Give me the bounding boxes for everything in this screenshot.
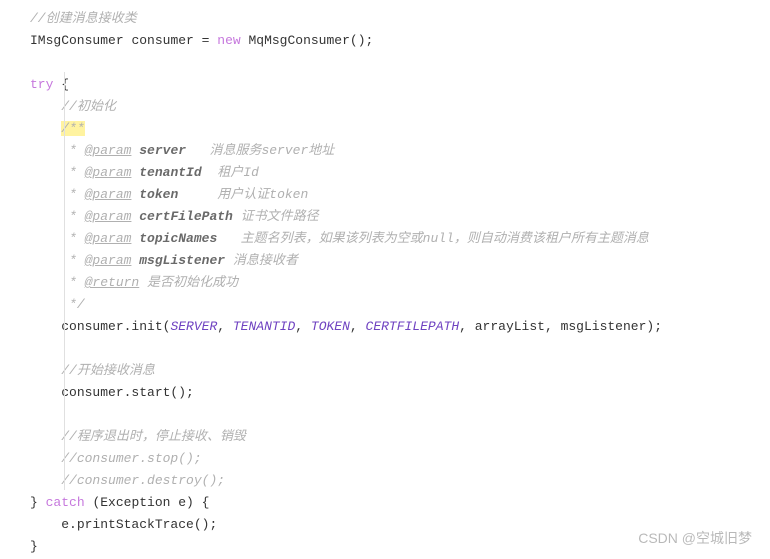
indent-guide — [64, 72, 65, 490]
comment-init: //初始化 — [61, 99, 116, 114]
param-tenantid-desc: 租户Id — [217, 165, 259, 180]
param-msglistener-desc: 消息接收者 — [233, 253, 298, 268]
param-msglistener: msgListener — [131, 253, 225, 268]
param-tag: @param — [85, 165, 132, 180]
param-tag: @param — [85, 143, 132, 158]
return-desc: 是否初始化成功 — [139, 275, 238, 290]
comment-start: //开始接收消息 — [61, 363, 155, 378]
param-tag: @param — [85, 253, 132, 268]
param-topicnames-desc: 主题名列表，如果该列表为空或null，则自动消费该租户所有主题消息 — [241, 231, 649, 246]
sep: , — [350, 319, 366, 334]
param-certfilepath-desc: 证书文件路径 — [241, 209, 319, 224]
param-server: server — [131, 143, 186, 158]
printstacktrace: e.printStackTrace(); — [61, 517, 217, 532]
param-tag: @param — [85, 231, 132, 246]
arg-msglistener: msgListener — [561, 319, 647, 334]
param-tag: @param — [85, 187, 132, 202]
param-token-desc: 用户认证token — [217, 187, 308, 202]
init-call-close: ); — [646, 319, 662, 334]
param-token: token — [131, 187, 178, 202]
const-server: SERVER — [170, 319, 217, 334]
init-call-open: consumer.init( — [61, 319, 170, 334]
keyword-try: try — [30, 77, 53, 92]
start-call: consumer.start(); — [61, 385, 194, 400]
param-topicnames: topicNames — [131, 231, 217, 246]
catch-args: (Exception e) { — [85, 495, 210, 510]
param-server-desc: 消息服务server地址 — [209, 143, 334, 158]
return-tag: @return — [85, 275, 140, 290]
brace-close-2: } — [30, 539, 38, 554]
brace: { — [53, 77, 69, 92]
param-tag: @param — [85, 209, 132, 224]
const-certfilepath: CERTFILEPATH — [366, 319, 460, 334]
comment-exit: //程序退出时，停止接收、销毁 — [61, 429, 246, 444]
const-tenantid: TENANTID — [233, 319, 295, 334]
param-certfilepath: certFilePath — [131, 209, 232, 224]
keyword-new: new — [217, 33, 240, 48]
param-tenantid: tenantId — [131, 165, 201, 180]
sep: , — [459, 319, 475, 334]
ctor: MqMsgConsumer(); — [241, 33, 374, 48]
code-block: //创建消息接收类 IMsgConsumer consumer = new Mq… — [0, 8, 770, 558]
comment-destroy: //consumer.destroy(); — [61, 473, 225, 488]
sep: , — [217, 319, 233, 334]
eq: = — [194, 33, 217, 48]
keyword-catch: catch — [46, 495, 85, 510]
var: consumer — [131, 33, 193, 48]
arg-arraylist: arrayList — [475, 319, 545, 334]
brace-close: } — [30, 495, 38, 510]
sep: , — [545, 319, 561, 334]
const-token: TOKEN — [311, 319, 350, 334]
comment-stop: //consumer.stop(); — [61, 451, 201, 466]
comment-create: //创建消息接收类 — [30, 11, 137, 26]
sep: , — [295, 319, 311, 334]
type: IMsgConsumer — [30, 33, 124, 48]
